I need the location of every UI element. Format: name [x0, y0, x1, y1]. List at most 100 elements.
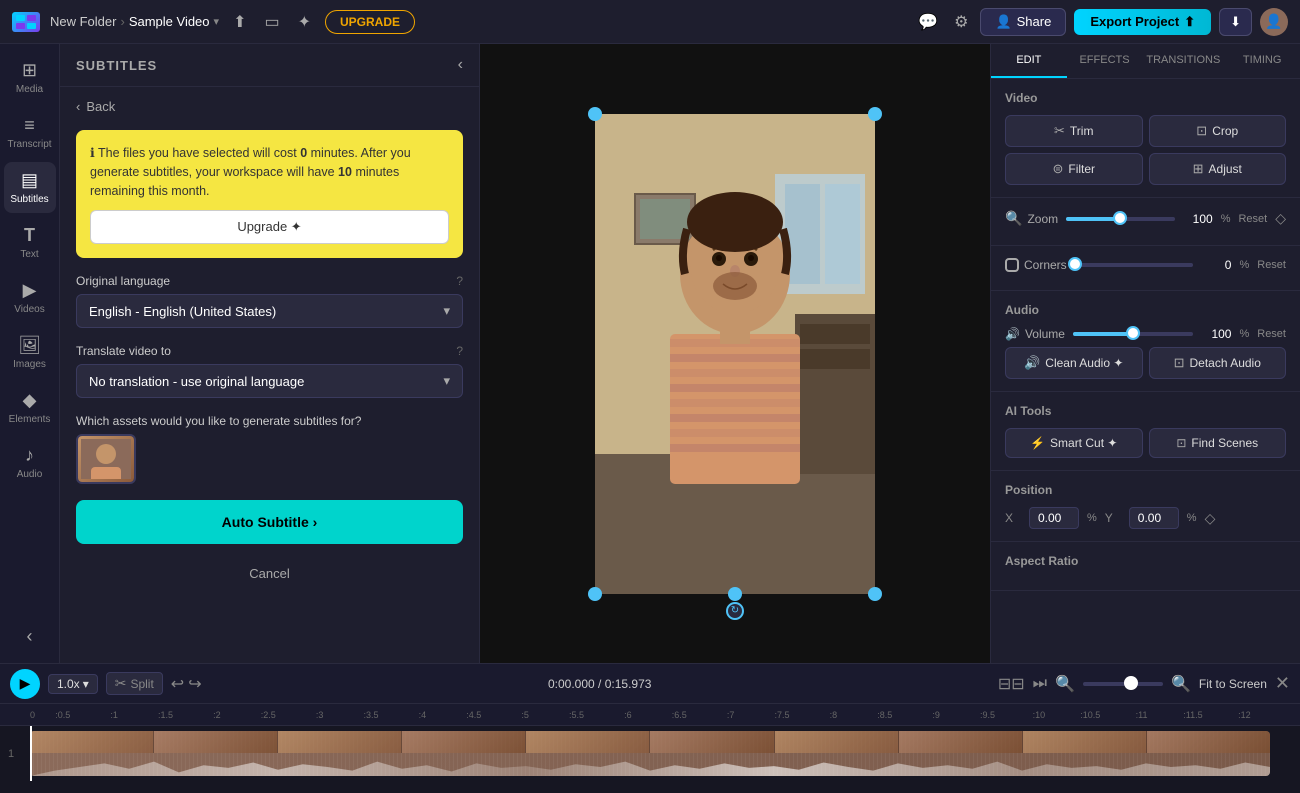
sidebar-item-transcript[interactable]: ≡ Transcript — [4, 107, 56, 158]
folder-name[interactable]: New Folder — [50, 14, 116, 29]
volume-label: 🔊 Volume — [1005, 327, 1065, 341]
translate-select[interactable]: No translation - use original language ▾ — [76, 364, 463, 398]
corners-section: Corners 0 % Reset — [991, 246, 1300, 291]
crop-handle-bottom-center[interactable] — [728, 587, 742, 601]
corners-slider-thumb[interactable] — [1068, 257, 1082, 271]
fit-to-screen-label[interactable]: Fit to Screen — [1199, 677, 1267, 691]
original-language-select[interactable]: English - English (United States) ▾ — [76, 294, 463, 328]
tab-edit[interactable]: EDIT — [991, 44, 1067, 78]
auto-subtitle-button[interactable]: Auto Subtitle › — [76, 500, 463, 544]
sidebar-item-videos[interactable]: ▶ Videos — [4, 272, 56, 323]
y-value[interactable]: 0.00 — [1129, 507, 1179, 529]
aspect-ratio-title: Aspect Ratio — [1005, 554, 1286, 568]
zoom-in-icon[interactable]: 🔍 — [1171, 674, 1191, 694]
close-timeline-button[interactable]: ✕ — [1275, 673, 1290, 694]
smart-cut-button[interactable]: ⚡ Smart Cut ✦ — [1005, 428, 1143, 458]
ai-tools-grid: ⚡ Smart Cut ✦ ⊡ Find Scenes — [1005, 428, 1286, 458]
app-logo — [12, 12, 40, 32]
right-tabs: EDIT EFFECTS TRANSITIONS TIMING — [991, 44, 1300, 79]
clean-audio-button[interactable]: 🔊 Clean Audio ✦ — [1005, 347, 1143, 379]
volume-row: 🔊 Volume 100 % Reset — [1005, 327, 1286, 341]
tab-effects[interactable]: EFFECTS — [1067, 44, 1143, 78]
volume-slider[interactable] — [1073, 332, 1193, 336]
find-scenes-button[interactable]: ⊡ Find Scenes — [1149, 428, 1287, 458]
audio-split-icon[interactable]: ⊟⊟ — [998, 674, 1025, 694]
zoom-slider-thumb[interactable] — [1113, 211, 1127, 225]
sidebar-label-videos: Videos — [14, 304, 44, 315]
cancel-button[interactable]: Cancel — [76, 560, 463, 587]
adjust-button[interactable]: ⊞ Adjust — [1149, 153, 1287, 185]
playhead[interactable] — [30, 726, 32, 781]
sidebar-item-images[interactable]: 🖼 Images — [4, 327, 56, 378]
sidebar-item-subtitles[interactable]: ▤ Subtitles — [4, 162, 56, 213]
ai-tools-title: AI Tools — [1005, 404, 1286, 418]
upgrade-workspace-button[interactable]: Upgrade ✦ — [90, 210, 449, 244]
zoom-slider[interactable] — [1066, 217, 1175, 221]
x-value[interactable]: 0.00 — [1029, 507, 1079, 529]
video-area: ↻ — [480, 44, 990, 663]
back-button[interactable]: ‹ Back — [76, 99, 463, 114]
timeline-zoom-slider[interactable] — [1083, 682, 1163, 686]
corners-slider[interactable] — [1075, 263, 1194, 267]
main-content: ⊞ Media ≡ Transcript ▤ Subtitles T Text … — [0, 44, 1300, 663]
videos-icon: ▶ — [23, 280, 37, 301]
comment-icon[interactable]: 💬 — [914, 8, 942, 36]
tab-timing[interactable]: TIMING — [1224, 44, 1300, 78]
sidebar-item-collapse[interactable]: ‹ — [4, 618, 56, 655]
zoom-reset[interactable]: Reset — [1238, 213, 1267, 225]
audio-section: Audio 🔊 Volume 100 % Reset 🔊 Clean Audio… — [991, 291, 1300, 392]
panel-collapse-button[interactable]: ‹ — [458, 56, 463, 74]
skip-to-end-icon[interactable]: ⏭ — [1033, 675, 1047, 693]
timeline-zoom-thumb[interactable] — [1124, 676, 1138, 690]
settings-icon[interactable]: ⚙ — [950, 8, 972, 36]
crop-button[interactable]: ⊡ Crop — [1149, 115, 1287, 147]
zoom-out-icon[interactable]: 🔍 — [1055, 674, 1075, 694]
undo-button[interactable]: ↩ — [171, 674, 184, 694]
upgrade-button[interactable]: UPGRADE — [325, 10, 415, 34]
filter-button[interactable]: ⊜ Filter — [1005, 153, 1143, 185]
download-button[interactable]: ⬇ — [1219, 8, 1252, 36]
rotate-handle[interactable]: ↻ — [726, 602, 744, 620]
position-section: Position X 0.00 % Y 0.00 % ◇ — [991, 471, 1300, 542]
crop-handle-top-right[interactable] — [868, 107, 882, 121]
volume-slider-thumb[interactable] — [1126, 326, 1140, 340]
corners-row: Corners 0 % Reset — [1005, 258, 1286, 272]
corners-reset[interactable]: Reset — [1257, 259, 1286, 271]
magic-button[interactable]: ✦ — [294, 8, 315, 36]
zoom-diamond-icon[interactable]: ◇ — [1275, 210, 1286, 227]
sidebar-label-elements: Elements — [9, 414, 51, 425]
position-diamond-icon[interactable]: ◇ — [1205, 510, 1216, 527]
detach-audio-button[interactable]: ⊡ Detach Audio — [1149, 347, 1287, 379]
sidebar-label-media: Media — [16, 84, 43, 95]
play-button[interactable]: ▶ — [10, 669, 40, 699]
translate-help-icon[interactable]: ? — [456, 344, 463, 358]
tab-transitions[interactable]: TRANSITIONS — [1142, 44, 1224, 78]
images-icon: 🖼 — [18, 335, 41, 356]
sidebar-item-text[interactable]: T Text — [4, 217, 56, 268]
breadcrumb-chevron[interactable]: ▾ — [214, 15, 220, 28]
preview-button[interactable]: ▭ — [260, 8, 283, 36]
crop-handle-top-left[interactable] — [588, 107, 602, 121]
user-avatar[interactable]: 👤 — [1260, 8, 1288, 36]
sidebar-item-media[interactable]: ⊞ Media — [4, 52, 56, 103]
volume-reset[interactable]: Reset — [1257, 328, 1286, 340]
speed-selector[interactable]: 1.0x ▾ — [48, 674, 98, 694]
redo-button[interactable]: ↪ — [188, 674, 201, 694]
upload-button[interactable]: ⬆ — [229, 8, 250, 36]
sidebar-item-elements[interactable]: ◆ Elements — [4, 382, 56, 433]
assets-section: Which assets would you like to generate … — [76, 414, 463, 484]
share-button[interactable]: 👤 Share — [980, 8, 1066, 36]
video-name[interactable]: Sample Video — [129, 14, 210, 29]
video-background — [595, 114, 875, 594]
video-track[interactable] — [30, 731, 1270, 776]
asset-thumbnail[interactable] — [76, 434, 136, 484]
crop-handle-bottom-right[interactable] — [868, 587, 882, 601]
trim-button[interactable]: ✂ Trim — [1005, 115, 1143, 147]
elements-icon: ◆ — [23, 390, 37, 411]
original-language-help-icon[interactable]: ? — [456, 274, 463, 288]
speed-chevron-icon: ▾ — [83, 677, 89, 691]
crop-handle-bottom-left[interactable] — [588, 587, 602, 601]
export-button[interactable]: Export Project ⬆ — [1074, 9, 1211, 35]
split-button[interactable]: ✂ Split — [106, 672, 163, 695]
sidebar-item-audio[interactable]: ♪ Audio — [4, 437, 56, 488]
